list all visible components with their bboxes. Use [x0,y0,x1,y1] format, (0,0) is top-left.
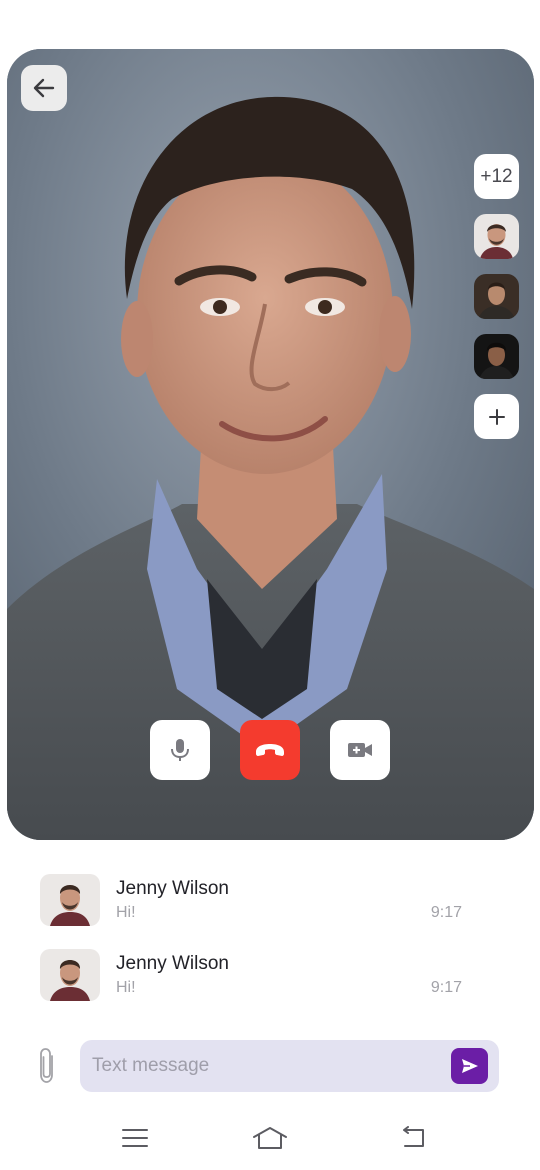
message-input[interactable] [92,1040,452,1092]
plus-icon [488,408,505,425]
video-camera-icon [348,743,372,757]
end-call-button[interactable] [240,720,300,780]
nav-menu-button[interactable] [115,1122,155,1154]
message-preview: Hi! [116,979,136,996]
list-item[interactable]: Jenny Wilson Hi! 9:17 [40,949,470,1003]
message-time: 9:17 [430,979,462,996]
avatar [40,949,100,1001]
contact-name: Jenny Wilson [116,878,229,899]
add-participant-button[interactable] [474,394,519,439]
participant-avatar [474,334,519,379]
list-item[interactable]: Jenny Wilson Hi! 9:17 [40,874,470,928]
home-icon [253,1127,287,1149]
message-preview: Hi! [116,904,136,921]
message-composer [80,1040,499,1092]
nav-home-button[interactable] [250,1122,290,1154]
paperclip-icon [40,1048,53,1083]
mute-button[interactable] [150,720,210,780]
avatar [40,874,100,926]
arrow-left-icon [33,78,55,98]
send-icon [461,1059,478,1073]
back-button[interactable] [21,65,67,111]
contact-name: Jenny Wilson [116,953,229,974]
attach-button[interactable] [34,1046,60,1086]
back-icon [403,1126,424,1147]
participant-thumbnail[interactable] [474,274,519,319]
send-button[interactable] [451,1048,488,1084]
microphone-icon [171,739,189,761]
menu-icon [122,1129,148,1147]
nav-back-button[interactable] [392,1122,432,1154]
participant-thumbnail[interactable] [474,214,519,259]
participant-thumbnail[interactable] [474,334,519,379]
participant-avatar [474,274,519,319]
camera-toggle-button[interactable] [330,720,390,780]
participant-avatar [474,214,519,259]
video-call-card: +12 [7,49,534,840]
phone-hangup-icon [256,744,284,756]
more-participants-badge[interactable]: +12 [474,154,519,199]
message-time: 9:17 [430,904,462,921]
